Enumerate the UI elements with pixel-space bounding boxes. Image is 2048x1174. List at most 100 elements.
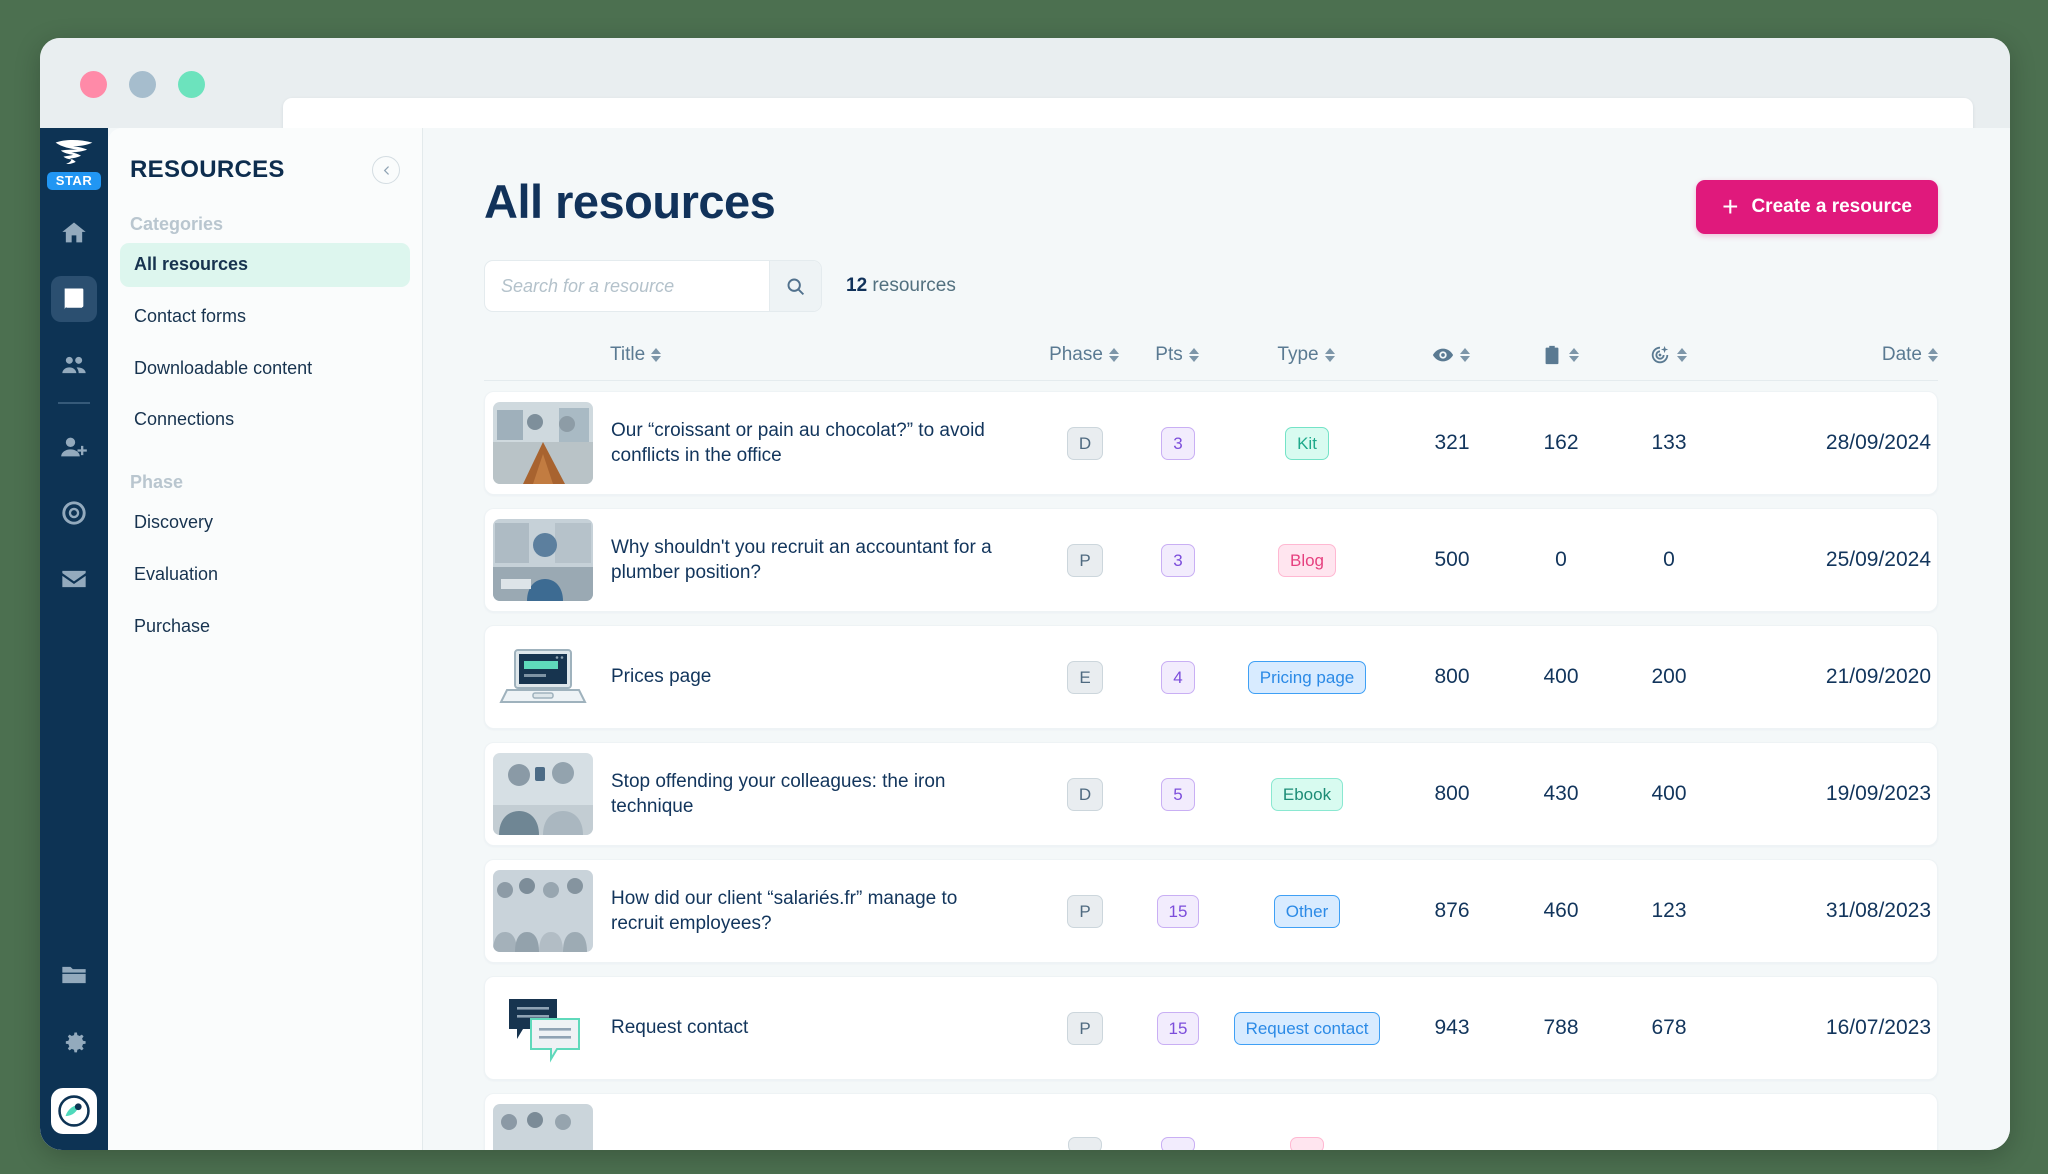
sort-icon[interactable] [1189, 348, 1199, 362]
rail-item-home[interactable] [51, 210, 97, 256]
thumbnail-illustration-chat-bubbles [493, 987, 593, 1069]
rail-item-mail[interactable] [51, 556, 97, 602]
row-pts-cell: 4 [1139, 661, 1217, 694]
phase-badge: P [1067, 895, 1102, 928]
sort-icon[interactable] [1460, 348, 1470, 362]
search-icon [785, 276, 806, 297]
row-thumbnail-cell [485, 1104, 611, 1150]
sort-icon[interactable] [1109, 348, 1119, 362]
sort-icon[interactable] [1325, 348, 1335, 362]
thumbnail-photo-office-croissant [493, 402, 593, 484]
row-thumbnail-cell [485, 402, 611, 484]
row-title: Stop offending your colleagues: the iron… [611, 769, 1031, 819]
row-views-cell: 321 [1397, 431, 1507, 455]
row-date-cell: 16/07/2023 [1723, 1016, 1937, 1040]
column-pts[interactable]: Pts [1138, 344, 1216, 366]
column-title[interactable]: Title [610, 344, 1030, 366]
column-forms[interactable] [1506, 344, 1614, 366]
row-forms-cell: 400 [1507, 665, 1615, 689]
row-date-cell: 19/09/2023 [1723, 782, 1937, 806]
thumbnail-photo-desk-person [493, 519, 593, 601]
sort-icon[interactable] [651, 348, 661, 362]
column-phase[interactable]: Phase [1030, 344, 1138, 366]
row-title: Our “croissant or pain au chocolat?” to … [611, 418, 1031, 468]
sidebar-item-connections[interactable]: Connections [120, 398, 410, 442]
row-forms-cell: 430 [1507, 782, 1615, 806]
thumbnail-illustration-laptop [493, 636, 593, 718]
table-row[interactable]: Request contact P 15 Request contact 943… [484, 976, 1938, 1080]
sort-icon[interactable] [1928, 348, 1938, 362]
rail-item-settings[interactable] [51, 1020, 97, 1066]
table-row[interactable]: How did our client “salariés.fr” manage … [484, 859, 1938, 963]
column-type[interactable]: Type [1216, 344, 1396, 366]
rail-divider [58, 402, 90, 404]
minimize-button[interactable] [129, 71, 156, 98]
app-logo[interactable]: STAR [47, 138, 101, 190]
type-badge: Ebook [1271, 778, 1343, 811]
table-row[interactable] [484, 1093, 1938, 1150]
maximize-button[interactable] [178, 71, 205, 98]
views-value: 500 [1434, 548, 1469, 572]
row-pts-cell: 15 [1139, 1012, 1217, 1045]
sidebar-item-evaluation[interactable]: Evaluation [120, 553, 410, 597]
sidebar-item-downloadable-content[interactable]: Downloadable content [120, 347, 410, 391]
column-date[interactable]: Date [1722, 344, 1938, 366]
window-titlebar [40, 38, 2010, 128]
results-count: 12 resources [846, 275, 956, 297]
table-row[interactable]: Our “croissant or pain au chocolat?” to … [484, 391, 1938, 495]
avatar[interactable] [51, 1088, 97, 1134]
row-thumbnail-cell [485, 636, 611, 718]
photo-thumbnail-icon [493, 1104, 593, 1150]
target-icon [1649, 344, 1671, 366]
row-title: Why shouldn't you recruit an accountant … [611, 535, 1031, 585]
tornado-logo-icon [53, 138, 95, 170]
app-window: STAR [40, 38, 2010, 1150]
sidebar-item-discovery[interactable]: Discovery [120, 501, 410, 545]
thumbnail-photo-crowd-people [493, 870, 593, 952]
sort-icon[interactable] [1677, 348, 1687, 362]
create-resource-button[interactable]: + Create a resource [1696, 180, 1938, 234]
sort-icon[interactable] [1569, 348, 1579, 362]
row-type-cell: Request contact [1217, 1012, 1397, 1045]
column-goals[interactable] [1614, 344, 1722, 366]
views-value: 943 [1434, 1016, 1469, 1040]
search-input[interactable] [485, 276, 769, 297]
sidebar-header: RESOURCES [108, 128, 422, 184]
search-submit-button[interactable] [769, 260, 821, 312]
rail-item-files[interactable] [51, 952, 97, 998]
row-title: Prices page [611, 664, 1031, 689]
type-badge: Kit [1285, 427, 1329, 460]
table-row[interactable]: Prices page E 4 Pricing page 800 400 200… [484, 625, 1938, 729]
icon-rail: STAR [40, 128, 108, 1150]
sidebar-item-purchase[interactable]: Purchase [120, 605, 410, 649]
column-views[interactable] [1396, 344, 1506, 366]
sidebar-collapse-button[interactable] [372, 156, 400, 184]
table-row[interactable]: Why shouldn't you recruit an accountant … [484, 508, 1938, 612]
pts-badge: 15 [1157, 1012, 1200, 1045]
row-pts-cell: 3 [1139, 544, 1217, 577]
goals-value: 0 [1663, 548, 1675, 572]
forms-value: 400 [1543, 665, 1578, 689]
rail-item-add-user[interactable] [51, 424, 97, 470]
table-row[interactable]: Stop offending your colleagues: the iron… [484, 742, 1938, 846]
close-button[interactable] [80, 71, 107, 98]
thumbnail-photo-group-walking [493, 1104, 593, 1150]
rail-item-goals[interactable] [51, 490, 97, 536]
sidebar-item-all-resources[interactable]: All resources [120, 243, 410, 287]
forms-value: 788 [1543, 1016, 1578, 1040]
row-views-cell: 876 [1397, 899, 1507, 923]
row-thumbnail-cell [485, 870, 611, 952]
row-title-cell: Our “croissant or pain au chocolat?” to … [611, 418, 1031, 468]
rail-item-resources[interactable] [51, 276, 97, 322]
goals-value: 200 [1651, 665, 1686, 689]
rail-item-contacts[interactable] [51, 342, 97, 388]
rail-bottom-group [51, 930, 97, 1150]
row-forms-cell: 460 [1507, 899, 1615, 923]
home-icon [60, 219, 88, 247]
row-type-cell: Pricing page [1217, 661, 1397, 694]
date-value: 16/07/2023 [1826, 1016, 1937, 1040]
sidebar-item-contact-forms[interactable]: Contact forms [120, 295, 410, 339]
row-type-cell: Other [1217, 895, 1397, 928]
views-value: 800 [1434, 665, 1469, 689]
row-title: Request contact [611, 1015, 1031, 1040]
